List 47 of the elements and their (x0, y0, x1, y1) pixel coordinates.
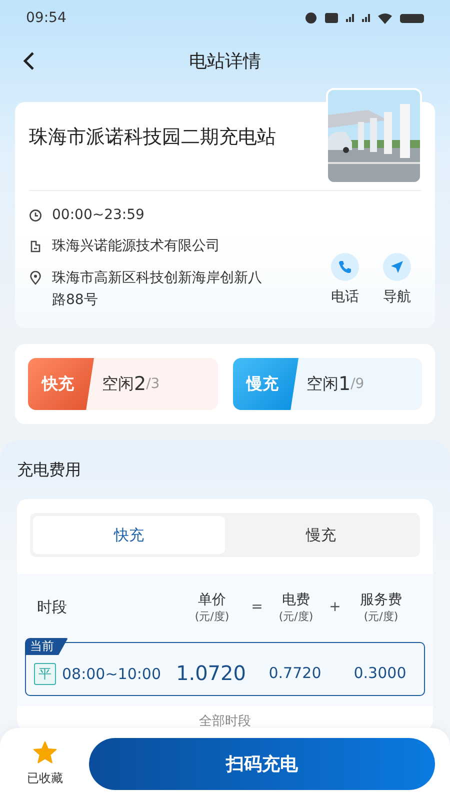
battery-icon (400, 14, 424, 22)
charger-type-tag: 慢充 (232, 358, 298, 410)
plus-sign: + (328, 599, 342, 615)
current-badge: 当前 (25, 638, 68, 655)
free-label: 空闲 (102, 374, 134, 394)
back-icon[interactable] (23, 51, 35, 71)
station-address: 珠海市高新区科技创新海岸创新八路88号 (52, 269, 263, 310)
wifi-icon (378, 12, 392, 24)
free-count: 1 (338, 373, 351, 395)
section-title: 充电费用 (17, 460, 82, 481)
unit-price: 1.0720 (176, 661, 246, 685)
signal-icon (362, 14, 370, 22)
charger-type-tab[interactable]: 慢充 (225, 516, 417, 554)
location-pin-icon (29, 271, 42, 285)
column-unit: (元/度) (364, 608, 398, 624)
column-header: 时段 (37, 598, 68, 616)
period-tag: 平 (34, 663, 56, 685)
equals-sign: = (250, 599, 264, 615)
signal-icon (346, 14, 354, 22)
favorite-label[interactable]: 已收藏 (27, 770, 63, 787)
star-icon[interactable] (33, 741, 57, 764)
total-count: /3 (146, 376, 160, 392)
station-name: 珠海市派诺科技园二期充电站 (29, 125, 277, 150)
opening-hours: 00:00~23:59 (52, 206, 144, 225)
total-count: /9 (350, 376, 364, 392)
column-header: 服务费 (360, 590, 402, 608)
service-fee: 0.3000 (352, 664, 408, 682)
column-unit: (元/度) (194, 608, 230, 624)
scan-to-charge-button[interactable]: 扫码充电 (89, 738, 435, 790)
electricity-fee: 0.7720 (268, 664, 322, 682)
free-count: 2 (134, 373, 146, 395)
time-period: 08:00~10:00 (62, 665, 162, 683)
column-unit: (元/度) (278, 608, 314, 624)
all-periods-link[interactable]: 全部时段 (199, 712, 251, 730)
action-label[interactable]: 导航 (383, 287, 411, 307)
page-title: 电站详情 (189, 50, 261, 73)
action-label[interactable]: 电话 (331, 287, 359, 307)
building-icon (29, 240, 42, 253)
operator-company: 珠海兴诺能源技术有限公司 (52, 237, 220, 256)
status-time: 09:54 (26, 10, 66, 26)
free-label: 空闲 (306, 374, 338, 394)
charger-type-tag: 快充 (28, 358, 94, 410)
column-header: 单价 (198, 590, 226, 608)
column-header: 电费 (282, 590, 310, 608)
clock-icon (29, 209, 42, 222)
charger-type-tab[interactable]: 快充 (33, 516, 225, 554)
phone-icon[interactable] (331, 253, 359, 281)
